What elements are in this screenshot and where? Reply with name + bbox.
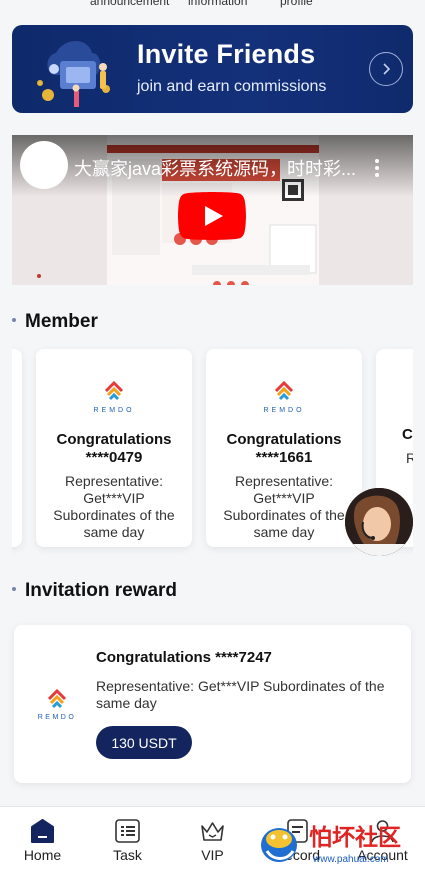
customer-service-avatar[interactable] (345, 488, 413, 556)
invite-illustration (37, 41, 110, 107)
tab-information[interactable]: information (188, 0, 247, 8)
member-congrats: Congratulations ****1661 (226, 431, 342, 466)
member-card: REMDO Congratulations ****1661 Represent… (206, 349, 362, 547)
member-card (12, 349, 22, 547)
reward-amount-badge: 130 USDT (96, 726, 192, 759)
chevron-right-icon[interactable] (369, 52, 403, 86)
reward-desc: Representative: Get***VIP Subordinates o… (96, 678, 385, 711)
svg-text:REMDO: REMDO (93, 407, 134, 414)
member-congrats: Congratulations ****0479 (56, 431, 172, 466)
tab-announcement[interactable]: announcement (90, 0, 169, 8)
tab-profile[interactable]: profile (280, 0, 313, 8)
app-screen: announcement information profile Invite … (0, 0, 425, 871)
svg-text:怕坏社区: 怕坏社区 (309, 824, 401, 851)
crown-icon (201, 822, 224, 841)
tab-label: VIP (201, 847, 224, 863)
task-list-icon (115, 819, 140, 843)
reward-title-text: Invitation reward (25, 580, 178, 601)
tab-vip[interactable]: VIP (170, 807, 255, 871)
section-bullet (12, 317, 16, 322)
site-watermark: 怕坏社区 www.pahuai.com (261, 824, 401, 865)
svg-text:www.pahuai.com: www.pahuai.com (312, 854, 389, 865)
tab-task[interactable]: Task (85, 807, 170, 871)
home-icon (31, 819, 54, 843)
embedded-video[interactable]: 大赢家java彩票系统源码，时时彩... (12, 135, 413, 285)
channel-avatar[interactable] (20, 141, 68, 189)
invite-subtitle: join and earn commissions (137, 78, 327, 95)
remdo-logo: REMDO (263, 380, 304, 414)
member-section-title: Member (12, 311, 98, 333)
remdo-logo: REMDO (38, 688, 77, 721)
section-bullet (12, 586, 16, 591)
reward-section-title: Invitation reward (12, 580, 177, 602)
member-title-text: Member (25, 311, 98, 332)
member-congrats: C (402, 426, 413, 443)
member-desc: Representative: Get***VIP Subordinates o… (53, 473, 175, 540)
top-tab-labels: announcement information profile (0, 0, 425, 8)
invite-friends-banner[interactable]: Invite Friends join and earn commissions (12, 25, 413, 113)
member-card: REMDO Congratulations ****0479 Represent… (36, 349, 192, 547)
tab-home[interactable]: Home (0, 807, 85, 871)
svg-text:REMDO: REMDO (38, 714, 77, 721)
reward-card: REMDO Congratulations ****7247 Represent… (14, 625, 411, 783)
remdo-logo: REMDO (93, 380, 134, 414)
tab-label: Home (23, 847, 62, 863)
video-title[interactable]: 大赢家java彩票系统源码，时时彩... (74, 155, 356, 181)
youtube-play-icon[interactable] (178, 192, 246, 240)
reward-congrats: Congratulations ****7247 (96, 649, 272, 666)
invite-title: Invite Friends (137, 39, 316, 69)
member-desc: R (406, 450, 413, 466)
tab-label: Task (113, 847, 142, 863)
member-desc: Representative: Get***VIP Subordinates o… (223, 473, 345, 540)
svg-text:REMDO: REMDO (263, 407, 304, 414)
more-vertical-icon[interactable] (375, 159, 379, 177)
